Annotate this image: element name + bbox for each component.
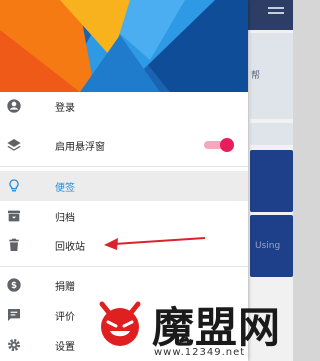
lightbulb-icon [9, 179, 19, 192]
trash-icon [9, 238, 19, 251]
watermark-title: 魔盟网 [152, 303, 282, 352]
site-watermark: 魔盟网 www.12349.net [92, 296, 293, 361]
drawer-item-trash[interactable]: 回收站 [0, 230, 248, 260]
drawer-item-label: 归档 [55, 213, 75, 224]
drawer-item-label: 设置 [55, 342, 75, 353]
note-card[interactable] [250, 150, 293, 212]
drawer-item-label: 启用悬浮窗 [55, 142, 105, 153]
drawer-item-label: 评价 [55, 312, 75, 323]
note-card-text: 帮 [251, 71, 261, 81]
overflow-menu-icon[interactable] [268, 7, 284, 19]
toggle-thumb [220, 138, 234, 152]
svg-text:$: $ [11, 281, 17, 291]
header-material-art [0, 0, 248, 92]
note-card-text: Using [255, 241, 281, 251]
drawer-item-login[interactable]: 登录 [0, 91, 248, 121]
account-circle-icon [7, 99, 21, 113]
drawer-item-label: 登录 [55, 103, 75, 114]
feedback-icon [8, 309, 20, 321]
drawer-item-archive[interactable]: 归档 [0, 201, 248, 231]
divider [0, 266, 248, 267]
drawer-item-notes[interactable]: 便签 [0, 171, 248, 201]
archive-icon [8, 210, 20, 222]
note-card[interactable] [250, 123, 293, 145]
dollar-icon: $ [7, 278, 21, 292]
watermark-url: www.12349.net [154, 347, 246, 358]
drawer-header [0, 0, 248, 92]
layers-icon [7, 139, 21, 151]
floating-window-toggle[interactable] [204, 138, 234, 152]
divider [0, 166, 248, 167]
gear-icon [8, 339, 20, 351]
drawer-item-label: 便签 [55, 183, 75, 194]
drawer-item-label: 回收站 [55, 242, 85, 253]
devil-logo-icon [99, 301, 141, 346]
drawer-item-floating-window[interactable]: 启用悬浮窗 [0, 130, 248, 160]
drawer-item-label: 捐赠 [55, 282, 75, 293]
